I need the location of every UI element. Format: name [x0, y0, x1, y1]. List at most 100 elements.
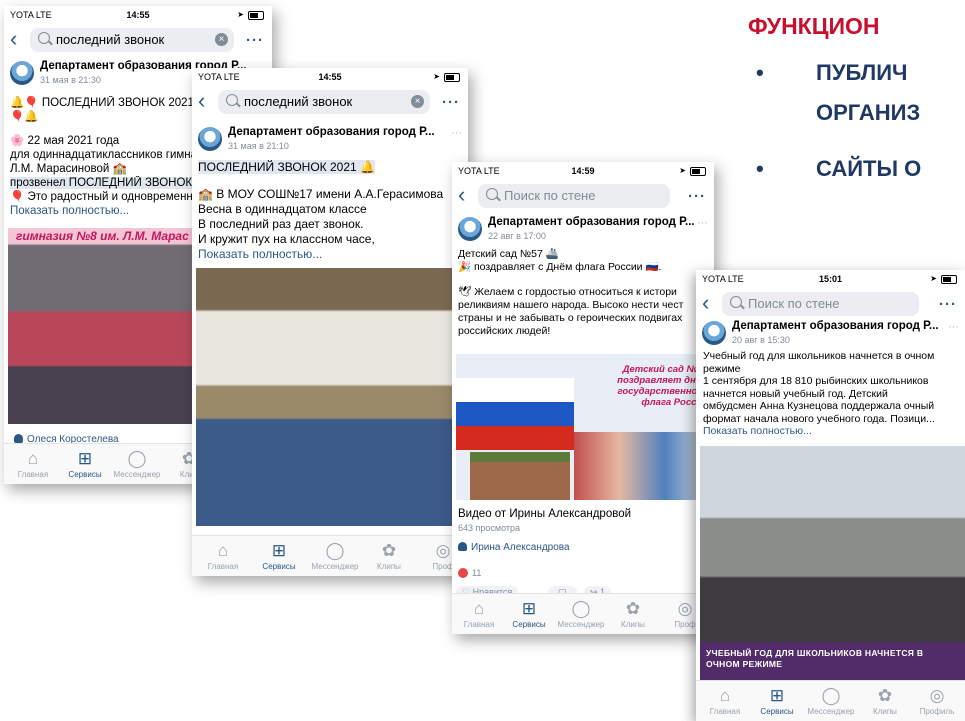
more-icon[interactable]: ··· — [246, 32, 264, 49]
home-icon: ⌂ — [217, 541, 229, 560]
search-input[interactable]: последний звонок × — [218, 90, 430, 114]
bottom-nav: ⌂ Главная ⊞ Сервисы ◯ Мессенджер ✿ Клипы ◎ Пр… — [452, 593, 714, 634]
user-icon — [458, 542, 467, 551]
post-author[interactable]: Департамент образования город Р... 20 авг… — [696, 318, 965, 352]
post-line: Детский сад №57 🚢 — [458, 248, 559, 260]
nav-messenger[interactable]: ◯ Мессенджер — [556, 594, 606, 629]
avatar — [458, 217, 482, 241]
post-line: режиме — [703, 362, 741, 375]
post-line: Учебный год для школьников начнется в оч… — [703, 350, 935, 362]
status-bar: YOTA LTE 14:55 ➤ — [4, 6, 272, 24]
more-icon[interactable]: ··· — [939, 296, 957, 313]
search-row: ‹ последний звонок × ··· — [4, 24, 272, 56]
clock: 15:01 — [818, 274, 843, 284]
clear-icon[interactable]: × — [411, 95, 424, 108]
video-title[interactable]: Видео от Ирины Александровой — [458, 508, 631, 520]
messenger-icon: ◯ — [325, 541, 345, 560]
screenshot-2: YOTA LTE 14:55 ➤ ‹ последний звонок × ··· Д… — [192, 68, 468, 576]
nav-messenger[interactable]: ◯ Мессенджер — [806, 681, 856, 716]
nav-profile[interactable]: ◎ Профиль — [912, 681, 962, 716]
post-line: формат начала нового учебного года. Пози… — [703, 412, 935, 425]
nav-services[interactable]: ⊞ Сервисы — [504, 594, 554, 629]
nav-clips[interactable]: ✿ Клипы — [364, 536, 414, 571]
post-date: 20 авг в 15:30 — [732, 335, 790, 345]
nav-messenger[interactable]: ◯ Мессенджер — [310, 536, 360, 571]
services-icon: ⊞ — [521, 599, 537, 618]
photo-banner-text: гимназия №8 им. Л.М. Марас — [16, 229, 189, 243]
back-icon[interactable]: ‹ — [702, 292, 709, 314]
user-icon — [14, 434, 23, 443]
search-text: последний звонок — [244, 94, 353, 109]
post-line: страны и не забывать о героических подви… — [458, 312, 683, 324]
search-icon — [226, 94, 238, 106]
clips-icon: ✿ — [625, 599, 641, 618]
post-more-icon[interactable]: ··· — [697, 217, 708, 229]
status-bar: YOTA LTE 15:01 ➤ — [696, 270, 965, 288]
screenshot-4: YOTA LTE 15:01 ➤ ‹ Поиск по стене ··· Депа… — [696, 270, 965, 721]
search-input[interactable]: Поиск по стене — [478, 184, 670, 208]
avatar — [198, 127, 222, 151]
location-icon: ➤ — [433, 72, 440, 81]
bullet-symbol: • — [756, 60, 764, 85]
location-icon: ➤ — [679, 166, 686, 175]
bottom-nav: ⌂ Главная ⊞ Сервисы ◯ Мессенджер ✿ Клипы ◎ Пр… — [696, 680, 965, 721]
back-icon[interactable]: ‹ — [458, 184, 465, 206]
post-photo[interactable]: УЧЕБНЫЙ ГОД ДЛЯ ШКОЛЬНИКОВ НАЧНЕТСЯ В ОЧН… — [700, 446, 965, 682]
post-author[interactable]: Департамент образования город Р... 22 авг… — [452, 214, 714, 248]
back-icon[interactable]: ‹ — [198, 90, 205, 112]
nav-home[interactable]: ⌂ Главная — [198, 536, 248, 571]
search-icon — [486, 188, 498, 200]
battery-icon — [690, 167, 706, 176]
post-line: реликвиям нашего народа. Высоко нести че… — [458, 299, 684, 311]
nav-clips[interactable]: ✿ Клипы — [860, 681, 910, 716]
avatar — [702, 321, 726, 345]
messenger-icon: ◯ — [821, 686, 841, 705]
more-icon[interactable]: ··· — [442, 94, 460, 111]
show-more-link[interactable]: Показать полностью... — [198, 247, 462, 262]
author-name[interactable]: Департамент образования город Р... — [488, 216, 694, 228]
services-icon: ⊞ — [769, 686, 785, 705]
post-photo-collage[interactable] — [196, 268, 464, 526]
author-name[interactable]: Департамент образования город Р... — [228, 126, 448, 138]
nav-messenger[interactable]: ◯ Мессенджер — [112, 444, 162, 479]
nav-home[interactable]: ⌂ Главная — [454, 594, 504, 629]
show-more-link[interactable]: Показать полностью... — [703, 425, 959, 438]
search-row: ‹ Поиск по стене ··· — [696, 288, 965, 320]
more-icon[interactable]: ··· — [688, 188, 706, 205]
clips-icon: ✿ — [877, 686, 893, 705]
author-name[interactable]: Департамент образования город Р... — [732, 320, 945, 332]
bullet-text: САЙТЫ О — [816, 156, 922, 181]
back-icon[interactable]: ‹ — [10, 28, 17, 50]
clear-icon[interactable]: × — [215, 33, 228, 46]
post-author[interactable]: Департамент образования город Р... 31 мая… — [192, 124, 468, 158]
home-icon: ⌂ — [719, 686, 731, 705]
slide-title: ФУНКЦИОН — [748, 13, 880, 39]
nav-services[interactable]: ⊞ Сервисы — [254, 536, 304, 571]
nav-clips[interactable]: ✿ Клипы — [608, 594, 658, 629]
search-input[interactable]: Поиск по стене — [722, 292, 919, 316]
services-icon: ⊞ — [77, 449, 93, 468]
video-author[interactable]: Ирина Александрова — [458, 542, 570, 553]
russian-flag — [456, 378, 574, 450]
clips-icon: ✿ — [381, 541, 397, 560]
search-input[interactable]: последний звонок × — [30, 28, 234, 52]
post-line: 🏫 В МОУ СОШ№17 имени А.А.Герасимова — [198, 187, 444, 201]
post-date: 31 мая в 21:10 — [228, 141, 289, 151]
post-line: 🎉 поздравляет с Днём флага России 🇷🇺. — [458, 261, 662, 273]
post-more-icon[interactable]: ··· — [948, 321, 959, 333]
bullet-symbol: • — [756, 156, 764, 181]
search-text: последний звонок — [56, 32, 165, 47]
nav-services[interactable]: ⊞ Сервисы — [60, 444, 110, 479]
nav-home[interactable]: ⌂ Главная — [700, 681, 750, 716]
messenger-icon: ◯ — [571, 599, 591, 618]
clock: 14:55 — [126, 10, 150, 20]
nav-home[interactable]: ⌂ Главная — [8, 444, 58, 479]
nav-services[interactable]: ⊞ Сервисы — [752, 681, 802, 716]
post-text: Учебный год для школьников начнется в оч… — [703, 350, 959, 438]
heart-icon — [458, 568, 468, 578]
search-placeholder: Поиск по стене — [748, 296, 840, 311]
post-date: 31 мая в 21:30 — [40, 75, 101, 85]
post-more-icon[interactable]: ··· — [451, 127, 462, 139]
search-row: ‹ Поиск по стене ··· — [452, 180, 714, 212]
video-thumbnail[interactable]: Детский сад №57 поздравляет днём государст… — [456, 354, 710, 500]
